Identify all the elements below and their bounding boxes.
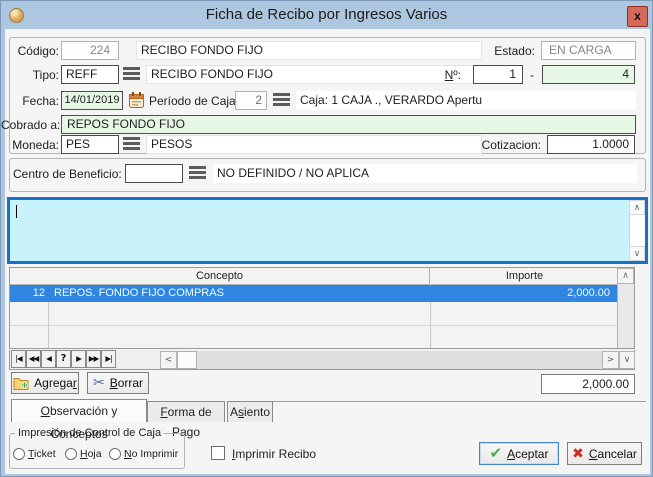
- imprimir-recibo-label[interactable]: Imprimir Recibo: [232, 447, 316, 462]
- codigo-label: Código:: [9, 44, 59, 59]
- centro-label: Centro de Beneficio:: [13, 167, 122, 182]
- calendar-icon[interactable]: [128, 91, 145, 109]
- periodo-field: 2: [235, 91, 267, 110]
- tab-asiento[interactable]: Asiento: [227, 401, 273, 422]
- column-header-concepto: Concepto: [10, 268, 430, 285]
- column-header-importe: Importe: [431, 268, 618, 285]
- folder-add-icon: [13, 376, 29, 390]
- memo-scroll-up-icon[interactable]: ∧: [629, 200, 645, 215]
- centro-lookup-icon[interactable]: [189, 166, 206, 179]
- receipt-dialog: Ficha de Recibo por Ingresos Varios x Có…: [0, 0, 653, 477]
- cobrado-field[interactable]: REPOS FONDO FIJO: [61, 115, 636, 134]
- grid-row-line: [10, 325, 618, 326]
- radio-hoja[interactable]: [65, 448, 77, 460]
- borrar-button[interactable]: ✂ Borrar: [87, 372, 149, 394]
- aceptar-label: Aceptar: [507, 447, 548, 461]
- numero-field[interactable]: 1: [473, 65, 523, 84]
- text-cursor: [16, 205, 17, 218]
- moneda-lookup-icon[interactable]: [123, 137, 140, 150]
- moneda-field[interactable]: PES: [61, 135, 119, 154]
- grid-horizontal-track[interactable]: [160, 351, 602, 369]
- conceptos-grid: Concepto Importe 12 REPOS. FONDO FIJO CO…: [9, 267, 635, 349]
- cobrado-label: Cobrado a:: [1, 118, 58, 133]
- window-title: Ficha de Recibo por Ingresos Varios: [1, 1, 652, 29]
- memo-scrollbar[interactable]: ∧ ∨: [629, 200, 645, 261]
- grid-scroll-right-icon[interactable]: >: [602, 351, 619, 369]
- radio-no-imprimir[interactable]: [109, 448, 121, 460]
- moneda-label: Moneda:: [9, 138, 59, 153]
- grid-vertical-scrollbar[interactable]: ∧: [617, 268, 634, 348]
- nav-prior-button[interactable]: ◀: [41, 350, 56, 368]
- codigo-field: 224: [61, 41, 119, 60]
- cotizacion-field[interactable]: 1.0000: [547, 135, 635, 154]
- scissors-icon: ✂: [93, 376, 105, 390]
- centro-field[interactable]: [125, 164, 183, 183]
- tab-forma-de-pago[interactable]: Forma de Pago: [147, 401, 225, 422]
- codigo-description: RECIBO FONDO FIJO: [136, 41, 482, 60]
- grid-row-selected[interactable]: 12 REPOS. FONDO FIJO COMPRAS 2,000.00: [10, 285, 618, 302]
- borrar-label: Borrar: [110, 376, 143, 390]
- nav-first-button[interactable]: |◀: [11, 350, 26, 368]
- row-concepto: REPOS. FONDO FIJO COMPRAS: [54, 285, 424, 302]
- numero-separator: -: [528, 68, 536, 83]
- agregar-label: Agregar: [34, 376, 77, 390]
- grid-scroll-down-icon[interactable]: ∨: [619, 351, 635, 369]
- radio-no-imprimir-label[interactable]: No Imprimir: [124, 448, 178, 461]
- cancelar-label: Cancelar: [589, 447, 637, 461]
- aceptar-button[interactable]: ✔ Aceptar: [479, 442, 559, 465]
- radio-ticket[interactable]: [13, 448, 25, 460]
- tipo-label: Tipo:: [9, 68, 59, 83]
- total-field: 2,000.00: [541, 374, 635, 394]
- fecha-label: Fecha:: [9, 94, 59, 109]
- tab-observacion-y-conceptos[interactable]: Observación y Conceptos: [11, 399, 147, 422]
- numero-label: Nº:: [437, 68, 461, 83]
- nav-search-button[interactable]: ?: [56, 350, 71, 368]
- nav-prior-page-button[interactable]: ◀◀: [26, 350, 41, 368]
- grid-horizontal-thumb[interactable]: [177, 351, 197, 369]
- nav-next-button[interactable]: ▶: [71, 350, 86, 368]
- grid-navigator: |◀ ◀◀ ◀ ? ▶ ▶▶ ▶| < > ∨: [9, 350, 635, 370]
- cancelar-button[interactable]: ✖ Cancelar: [567, 442, 642, 465]
- centro-description: NO DEFINIDO / NO APLICA: [213, 164, 637, 183]
- tabstrip-line: [273, 401, 646, 402]
- tipo-lookup-icon[interactable]: [123, 67, 140, 80]
- imprimir-recibo-checkbox[interactable]: [211, 446, 225, 460]
- fecha-field[interactable]: 14/01/2019: [61, 91, 123, 110]
- nav-next-page-button[interactable]: ▶▶: [86, 350, 101, 368]
- row-importe: 2,000.00: [430, 285, 614, 302]
- estado-field: EN CARGA: [541, 41, 636, 60]
- radio-hoja-label[interactable]: Hoja: [80, 448, 102, 461]
- grid-scroll-left-icon[interactable]: <: [160, 351, 177, 369]
- grid-scroll-up-icon[interactable]: ∧: [617, 268, 634, 284]
- moneda-description: PESOS: [146, 135, 482, 154]
- check-icon: ✔: [490, 446, 503, 461]
- close-icon[interactable]: x: [627, 6, 648, 27]
- radio-ticket-label[interactable]: Ticket: [28, 448, 56, 461]
- numero2-field[interactable]: 4: [542, 65, 635, 84]
- agregar-button[interactable]: Agregar: [11, 372, 79, 394]
- cotizacion-label: Cotizacion:: [469, 138, 541, 153]
- cross-icon: ✖: [572, 447, 584, 461]
- tipo-description: RECIBO FONDO FIJO: [146, 65, 482, 84]
- memo-scroll-down-icon[interactable]: ∨: [629, 246, 645, 261]
- periodo-label: Período de Caja:: [149, 94, 239, 109]
- caja-lookup-icon[interactable]: [273, 93, 290, 106]
- nav-last-button[interactable]: ▶|: [101, 350, 116, 368]
- observaciones-textarea[interactable]: ∧ ∨: [7, 197, 648, 264]
- tipo-field[interactable]: REFF: [61, 65, 119, 84]
- row-numero: 12: [10, 285, 48, 302]
- estado-label: Estado:: [471, 44, 535, 59]
- caja-description: Caja: 1 CAJA ., VERARDO Apertu: [296, 91, 636, 110]
